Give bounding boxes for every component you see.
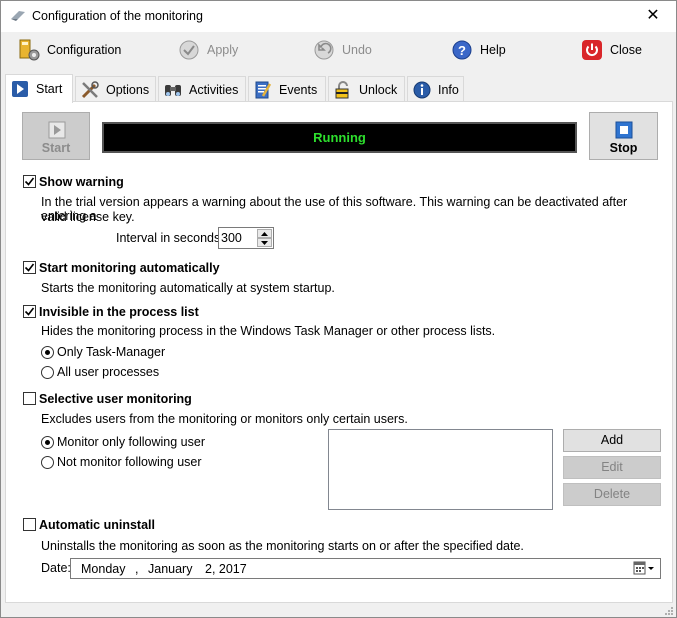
window-close-button[interactable]: ✕ (630, 1, 676, 32)
uninstall-date-picker[interactable]: Monday , January 2, 2017 (70, 558, 661, 579)
app-icon (10, 9, 26, 23)
tab-start-label: Start (36, 82, 63, 96)
undo-button[interactable]: Undo (312, 36, 372, 64)
play-icon (10, 79, 30, 99)
show-warning-checkbox[interactable] (23, 175, 36, 188)
help-label: Help (480, 43, 506, 57)
auto-uninstall-desc: Uninstalls the monitoring as soon as the… (41, 539, 524, 553)
tab-info[interactable]: Info (407, 76, 464, 102)
spin-down-icon[interactable] (257, 238, 272, 247)
add-user-button[interactable]: Add (563, 429, 661, 452)
spinner-arrows (257, 229, 272, 247)
show-warning-desc-2: valid license key. (41, 210, 135, 224)
radio-monitor-only[interactable] (41, 436, 54, 449)
close-label: Close (610, 43, 642, 57)
interval-label: Interval in seconds: (116, 231, 224, 245)
stop-icon (615, 121, 633, 142)
date-day-year[interactable]: 2, 2017 (205, 562, 247, 576)
tab-start[interactable]: Start (5, 74, 73, 103)
tab-info-label: Info (438, 82, 459, 97)
radio-only-task-manager[interactable] (41, 346, 54, 359)
date-separator: , (135, 562, 139, 576)
configuration-label: Configuration (47, 43, 122, 57)
spin-up-icon[interactable] (257, 229, 272, 238)
show-warning-desc-1: In the trial version appears a warning a… (41, 195, 628, 223)
selective-desc: Excludes users from the monitoring or mo… (41, 412, 408, 426)
tab-activities-label: Activities (189, 82, 239, 97)
window-title: Configuration of the monitoring (32, 9, 203, 23)
radio-not-monitor-label: Not monitor following user (57, 455, 202, 469)
info-icon (412, 80, 432, 100)
notepad-icon (253, 80, 273, 100)
invisible-label: Invisible in the process list (39, 305, 199, 319)
undo-label: Undo (342, 43, 372, 57)
radio-only-task-manager-label: Only Task-Manager (57, 345, 166, 359)
undo-icon (312, 38, 336, 62)
start-icon (48, 121, 66, 142)
tab-options[interactable]: Options (75, 76, 156, 102)
tab-events[interactable]: Events (248, 76, 326, 102)
calendar-dropdown-icon[interactable] (633, 561, 657, 576)
configuration-icon (17, 38, 41, 62)
invisible-desc: Hides the monitoring process in the Wind… (41, 324, 496, 338)
tab-unlock[interactable]: Unlock (328, 76, 405, 102)
radio-monitor-only-label: Monitor only following user (57, 435, 205, 449)
invisible-checkbox[interactable] (23, 305, 36, 318)
help-button[interactable]: ? Help (450, 36, 506, 64)
interval-spinner[interactable] (218, 227, 274, 249)
radio-all-user-processes-label: All user processes (57, 365, 160, 379)
start-auto-desc: Starts the monitoring automatically at s… (41, 281, 335, 295)
start-tab-panel: Start Running Stop Show warning In the t… (5, 101, 673, 603)
delete-user-button[interactable]: Delete (563, 483, 661, 506)
start-label: Start (41, 141, 71, 155)
power-icon (580, 38, 604, 62)
user-list[interactable] (328, 429, 553, 510)
resize-grip-icon[interactable] (664, 605, 674, 615)
close-button[interactable]: Close (580, 36, 642, 64)
svg-text:?: ? (458, 43, 466, 58)
date-month[interactable]: January (148, 562, 192, 576)
radio-not-monitor[interactable] (41, 456, 54, 469)
apply-button[interactable]: Apply (177, 36, 238, 64)
radio-all-user-processes[interactable] (41, 366, 54, 379)
checkmark-icon (24, 263, 35, 272)
date-weekday[interactable]: Monday (81, 562, 125, 576)
start-auto-checkbox[interactable] (23, 261, 36, 274)
title-bar: Configuration of the monitoring ✕ (1, 1, 676, 32)
interval-input[interactable] (221, 230, 255, 246)
tab-events-label: Events (279, 82, 318, 97)
toolbar: Configuration Apply Undo ? Help Close (1, 32, 676, 70)
stop-label: Stop (609, 141, 638, 155)
tab-unlock-label: Unlock (359, 82, 398, 97)
tools-icon (80, 80, 100, 100)
start-auto-label: Start monitoring automatically (39, 261, 220, 275)
configuration-window: Configuration of the monitoring ✕ Config… (0, 0, 677, 618)
stop-button[interactable]: Stop (589, 112, 658, 160)
auto-uninstall-label: Automatic uninstall (39, 518, 155, 532)
date-label: Date: (41, 561, 71, 575)
configuration-button[interactable]: Configuration (17, 36, 121, 64)
tab-strip: Start Options Activities Events Unlock I… (5, 74, 673, 103)
start-button[interactable]: Start (22, 112, 90, 160)
checkmark-icon (24, 177, 35, 186)
checkmark-icon (24, 307, 35, 316)
apply-label: Apply (207, 43, 239, 57)
tab-options-label: Options (106, 82, 150, 97)
edit-user-button[interactable]: Edit (563, 456, 661, 479)
show-warning-label: Show warning (39, 175, 124, 189)
auto-uninstall-checkbox[interactable] (23, 518, 36, 531)
help-icon: ? (450, 38, 474, 62)
binoculars-icon (163, 80, 183, 100)
status-display: Running (102, 122, 577, 153)
padlock-icon (333, 80, 353, 100)
selective-label: Selective user monitoring (39, 392, 192, 406)
apply-icon (177, 38, 201, 62)
selective-checkbox[interactable] (23, 392, 36, 405)
tab-activities[interactable]: Activities (158, 76, 246, 102)
